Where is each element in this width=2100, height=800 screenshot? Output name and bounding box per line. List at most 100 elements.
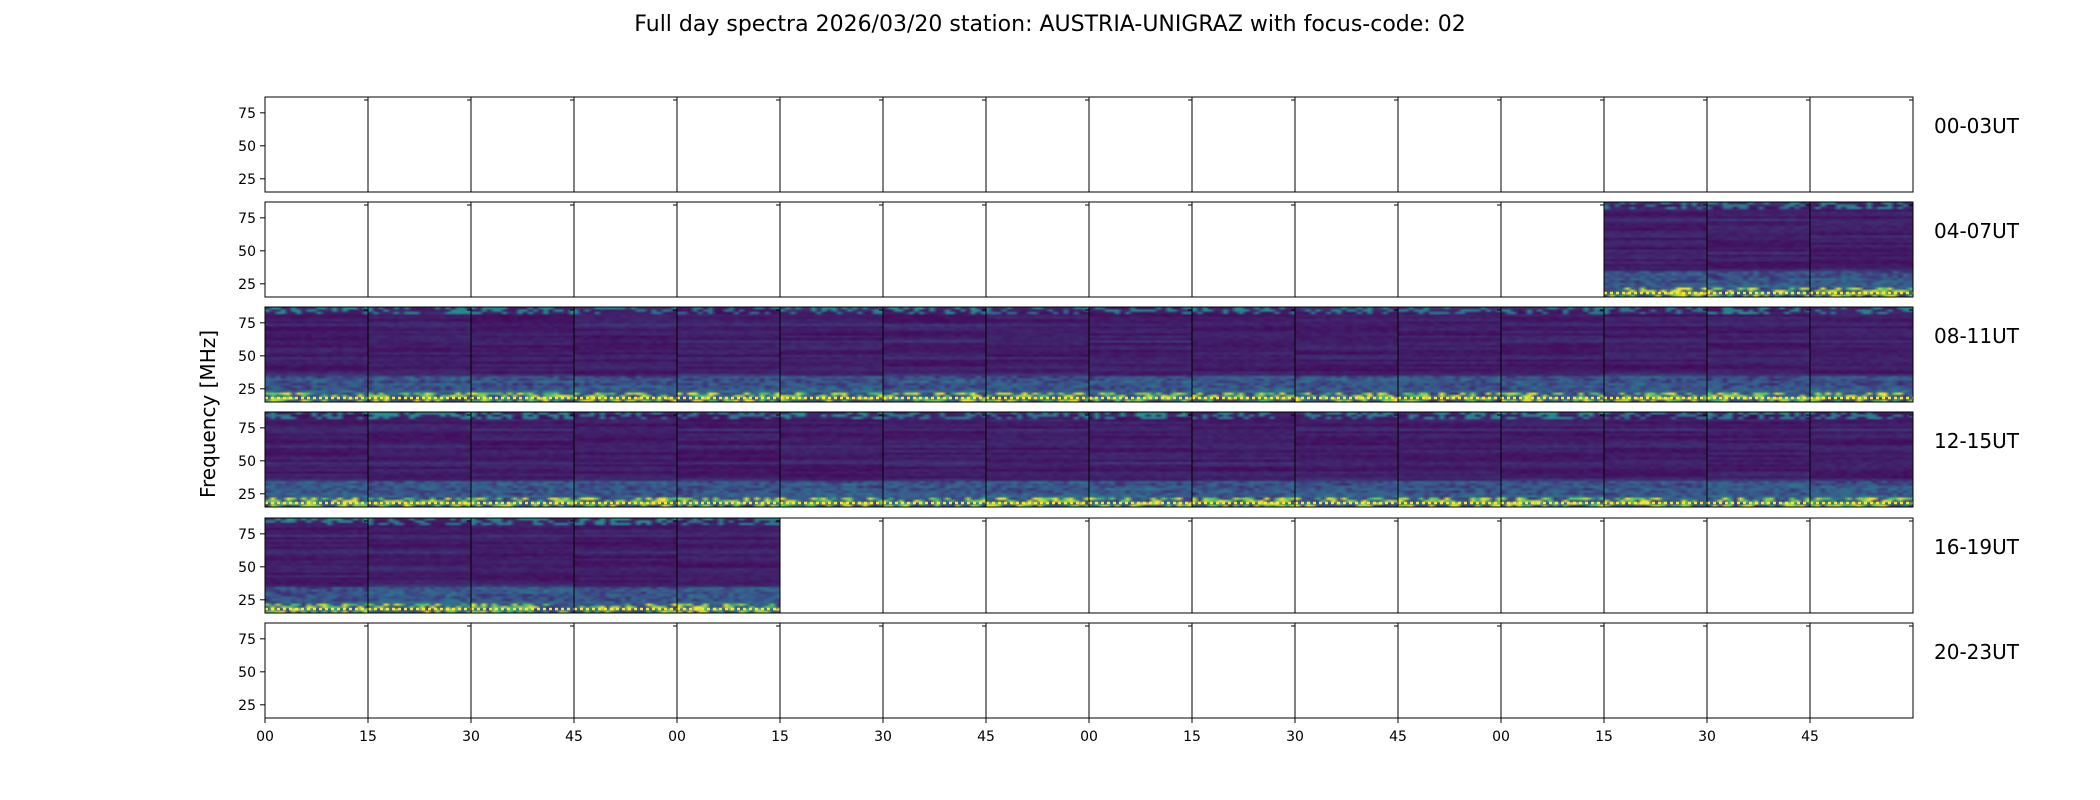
x-tick-label: 00	[1492, 729, 1510, 745]
row-label: 04-07UT	[1934, 219, 2020, 243]
panel-frame	[676, 96, 781, 193]
panel-frame	[676, 201, 781, 298]
spectrum-panel	[1501, 412, 1604, 507]
y-tick-label: 75	[238, 106, 256, 122]
panel-frame	[779, 201, 884, 298]
panel-frame	[1191, 96, 1296, 193]
panel-frame	[985, 622, 1090, 719]
panel-frame	[264, 96, 369, 193]
spectrum-panel	[1295, 412, 1398, 507]
panel-frame	[1088, 622, 1193, 719]
spectrum-panel	[1398, 412, 1501, 507]
panel-frame	[1088, 517, 1193, 614]
panel-frame	[1603, 517, 1708, 614]
panel-frame	[1500, 201, 1605, 298]
x-tick-label: 15	[359, 729, 377, 745]
spectrum-panel	[1089, 307, 1192, 402]
y-tick-label: 25	[238, 382, 256, 398]
panel-frame	[779, 96, 884, 193]
panel-frame	[1809, 517, 1914, 614]
panel-frame	[1191, 201, 1296, 298]
spectrum-panel	[368, 518, 471, 613]
spectrum-panel	[1295, 307, 1398, 402]
y-tick-label: 25	[238, 487, 256, 503]
spectrum-panel	[265, 518, 368, 613]
y-tick-label: 25	[238, 593, 256, 609]
panel-frame	[264, 622, 369, 719]
x-tick-label: 45	[977, 729, 995, 745]
y-tick-label: 25	[238, 277, 256, 293]
panel-frame	[882, 517, 987, 614]
row-label: 12-15UT	[1934, 429, 2020, 453]
spectrum-panel	[1398, 307, 1501, 402]
y-tick-label: 75	[238, 316, 256, 332]
spectrum-panel	[677, 518, 780, 613]
panel-frame	[1809, 96, 1914, 193]
x-tick-label: 15	[1183, 729, 1201, 745]
spectrum-panel	[1604, 307, 1707, 402]
panel-frame	[573, 622, 678, 719]
panel-frame	[367, 96, 472, 193]
panel-frame	[1088, 201, 1193, 298]
spectrum-panel	[471, 412, 574, 507]
panel-frame	[1706, 622, 1811, 719]
spectrum-panel	[986, 307, 1089, 402]
spectrum-panel	[677, 412, 780, 507]
spectrum-panel	[1089, 412, 1192, 507]
spectra-chart: 25 50 75 00-03UT 25 50 75 04-07UT 25 50 75 08-11UT 2…	[238, 96, 2020, 745]
panel-frame	[470, 201, 575, 298]
x-tick-label: 45	[565, 729, 583, 745]
spectrum-panel	[1810, 307, 1913, 402]
spectrum-panel	[265, 412, 368, 507]
y-tick-label: 50	[238, 665, 256, 681]
panel-frame	[985, 96, 1090, 193]
spectrum-panel	[1810, 202, 1913, 297]
spectrum-panel	[1604, 412, 1707, 507]
row-label: 16-19UT	[1934, 535, 2020, 559]
x-tick-label: 00	[256, 729, 274, 745]
panel-frame	[1397, 622, 1502, 719]
panel-frame	[1500, 517, 1605, 614]
spectrum-panel	[1810, 412, 1913, 507]
panel-frame	[676, 622, 781, 719]
x-tick-label: 30	[1698, 729, 1716, 745]
panel-frame	[779, 517, 884, 614]
panel-frame	[1397, 96, 1502, 193]
y-tick-label: 50	[238, 244, 256, 260]
spectrum-panel	[368, 307, 471, 402]
spectrum-panel	[471, 307, 574, 402]
panel-frame	[1294, 201, 1399, 298]
x-tick-label: 45	[1801, 729, 1819, 745]
spectrum-panel	[1707, 412, 1810, 507]
panel-frame	[1809, 622, 1914, 719]
panel-frame	[1191, 517, 1296, 614]
x-tick-label: 00	[1080, 729, 1098, 745]
spectrum-panel	[265, 307, 368, 402]
panel-frame	[1397, 201, 1502, 298]
panel-frame	[985, 201, 1090, 298]
panel-frame	[470, 96, 575, 193]
panel-frame	[367, 622, 472, 719]
y-tick-label: 75	[238, 421, 256, 437]
spectrum-panel	[1707, 307, 1810, 402]
panel-frame	[882, 201, 987, 298]
x-tick-label: 30	[1286, 729, 1304, 745]
spectrum-panel	[883, 307, 986, 402]
y-tick-label: 75	[238, 632, 256, 648]
panel-frame	[1397, 517, 1502, 614]
x-tick-label: 30	[462, 729, 480, 745]
spectrum-panel	[883, 412, 986, 507]
x-tick-label: 15	[771, 729, 789, 745]
spectrum-panel	[1604, 202, 1707, 297]
y-tick-label: 50	[238, 454, 256, 470]
panel-frame	[573, 96, 678, 193]
panel-frame	[985, 517, 1090, 614]
panel-frame	[779, 622, 884, 719]
spectrum-panel	[574, 412, 677, 507]
x-tick-label: 45	[1389, 729, 1407, 745]
x-tick-label: 30	[874, 729, 892, 745]
spectrum-panel	[1192, 307, 1295, 402]
spectrum-panel	[574, 307, 677, 402]
panel-frame	[264, 201, 369, 298]
y-tick-label: 25	[238, 172, 256, 188]
